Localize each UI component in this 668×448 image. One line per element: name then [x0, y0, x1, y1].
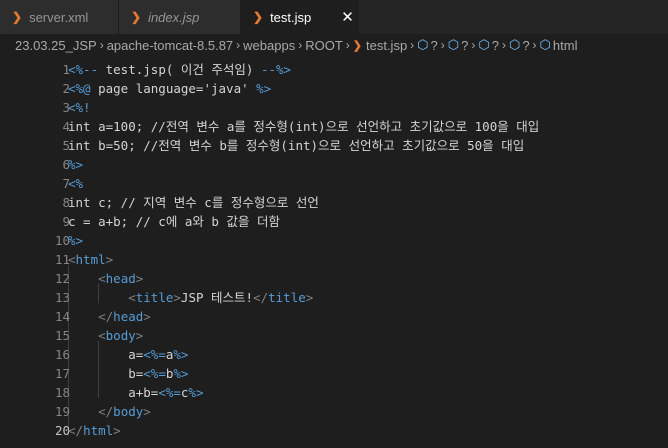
- code-line[interactable]: 1 <%-- test.jsp( 이건 주석임) --%>: [0, 60, 668, 79]
- code-line[interactable]: 12 <head>: [0, 269, 668, 288]
- breadcrumb-symbol[interactable]: ?: [522, 38, 529, 53]
- code-text: a+b=<%=c%>: [68, 385, 204, 400]
- code-line[interactable]: 9c = a+b; // c에 a와 b 값을 더함: [0, 212, 668, 231]
- line-number: 9: [62, 214, 70, 229]
- chevron-right-icon: ›: [298, 38, 303, 52]
- breadcrumb-item[interactable]: apache-tomcat-8.5.87: [107, 38, 233, 53]
- code-line[interactable]: 3 <%!: [0, 98, 668, 117]
- code-line[interactable]: 15 <body>: [0, 326, 668, 345]
- symbol-cube-icon: ⬡: [447, 37, 460, 52]
- line-number: 19: [54, 404, 70, 419]
- code-line[interactable]: 16 a=<%=a%>: [0, 345, 668, 364]
- code-text: </html>: [68, 423, 121, 438]
- code-text: %>: [68, 157, 84, 172]
- breadcrumb-symbol[interactable]: html: [553, 38, 578, 53]
- line-number: 10: [54, 233, 70, 248]
- code-line[interactable]: 8 int c; // 지역 변수 c를 정수형으로 선언: [0, 193, 668, 212]
- chevron-right-icon: ›: [501, 38, 506, 52]
- line-number: 4: [62, 119, 70, 134]
- line-number: 2: [62, 81, 70, 96]
- code-line[interactable]: 18 a+b=<%=c%>: [0, 383, 668, 402]
- code-line[interactable]: 6 %>: [0, 155, 668, 174]
- breadcrumb-item[interactable]: 23.03.25_JSP: [15, 38, 97, 53]
- chevron-right-icon: ›: [410, 38, 415, 52]
- breadcrumb-symbol[interactable]: ?: [461, 38, 468, 53]
- symbol-cube-icon: ⬡: [417, 37, 429, 52]
- code-text: int b=50; //전역 변수 b를 정수형(int)으로 선언하고 초기값…: [68, 138, 525, 153]
- code-text: int a=100; //전역 변수 a를 정수형(int)으로 선언하고 초기…: [68, 119, 540, 134]
- code-text: int c; // 지역 변수 c를 정수형으로 선언: [68, 195, 319, 210]
- chevron-right-icon: ›: [440, 38, 445, 52]
- code-line[interactable]: 10 %>: [0, 231, 668, 250]
- tab-server-xml[interactable]: ❯ server.xml: [0, 0, 119, 34]
- code-line[interactable]: 14 </head>: [0, 307, 668, 326]
- line-number: 5: [62, 138, 70, 153]
- line-number: 11: [54, 252, 70, 267]
- code-text: <title>JSP 테스트!</title>: [128, 290, 314, 305]
- chevron-right-icon: ›: [236, 38, 241, 52]
- chevron-right-icon: ›: [471, 38, 476, 52]
- line-number: 6: [62, 157, 70, 172]
- code-line[interactable]: 11 <html>: [0, 250, 668, 269]
- line-number: 12: [54, 271, 70, 286]
- tab-label: test.jsp: [270, 9, 312, 25]
- tab-bar: ❯ server.xml ❯ index.jsp ❯ test.jsp ✕: [0, 0, 668, 34]
- line-number: 15: [54, 328, 70, 343]
- code-text: b=<%=b%>: [68, 366, 189, 381]
- breadcrumb-item[interactable]: ROOT: [305, 38, 343, 53]
- code-editor[interactable]: 1 <%-- test.jsp( 이건 주석임) --%> 2 <%@ page la…: [0, 56, 668, 448]
- line-number: 1: [62, 62, 70, 77]
- line-number: 13: [54, 290, 70, 305]
- code-text: a=<%=a%>: [68, 347, 189, 362]
- close-icon[interactable]: ✕: [341, 8, 354, 26]
- code-text: <%: [68, 176, 84, 191]
- code-line[interactable]: 17 b=<%=b%>: [0, 364, 668, 383]
- jsp-file-icon: ❯: [253, 10, 264, 24]
- code-text: c = a+b; // c에 a와 b 값을 더함: [68, 214, 280, 229]
- tab-label: index.jsp: [148, 9, 200, 25]
- line-number: 8: [62, 195, 70, 210]
- chevron-right-icon: ›: [345, 38, 350, 52]
- tab-label: server.xml: [29, 9, 89, 25]
- symbol-cube-icon: ⬡: [478, 37, 490, 52]
- code-text: <%!: [68, 100, 91, 115]
- breadcrumb-file[interactable]: test.jsp: [366, 38, 407, 53]
- breadcrumb-symbol[interactable]: ?: [492, 38, 499, 53]
- tab-test-jsp[interactable]: ❯ test.jsp ✕: [241, 0, 359, 34]
- jsp-file-icon: ❯: [352, 39, 362, 52]
- line-number: 14: [54, 309, 70, 324]
- xml-file-icon: ❯: [12, 10, 23, 24]
- code-line[interactable]: 5 int b=50; //전역 변수 b를 정수형(int)으로 선언하고 초기…: [0, 136, 668, 155]
- chevron-right-icon: ›: [99, 38, 104, 52]
- code-text: </head>: [98, 309, 151, 324]
- code-line[interactable]: 4 int a=100; //전역 변수 a를 정수형(int)으로 선언하고 초…: [0, 117, 668, 136]
- code-text: <html>: [68, 252, 114, 267]
- code-line[interactable]: 19 </body>: [0, 402, 668, 421]
- code-line[interactable]: 13 <title>JSP 테스트!</title>: [0, 288, 668, 307]
- code-line[interactable]: 20 </html>: [0, 421, 668, 440]
- code-line[interactable]: 2 <%@ page language='java' %>: [0, 79, 668, 98]
- code-text: </body>: [98, 404, 151, 419]
- code-text: <%@ page language='java' %>: [68, 81, 272, 96]
- symbol-cube-icon: ⬡: [508, 37, 521, 52]
- breadcrumb: 23.03.25_JSP › apache-tomcat-8.5.87 › we…: [0, 34, 668, 56]
- line-number: 17: [54, 366, 70, 381]
- code-text: %>: [68, 233, 84, 248]
- line-number: 18: [54, 385, 70, 400]
- line-number: 20: [54, 423, 70, 438]
- symbol-cube-icon: ⬡: [539, 37, 551, 52]
- breadcrumb-symbol[interactable]: ?: [431, 38, 438, 53]
- code-line[interactable]: 7 <%: [0, 174, 668, 193]
- tab-index-jsp[interactable]: ❯ index.jsp: [119, 0, 241, 34]
- line-number: 7: [62, 176, 70, 191]
- line-number: 3: [62, 100, 70, 115]
- code-text: <body>: [98, 328, 144, 343]
- code-text: <%-- test.jsp( 이건 주석임) --%>: [68, 62, 292, 77]
- line-number: 16: [54, 347, 70, 362]
- chevron-right-icon: ›: [532, 38, 537, 52]
- jsp-file-icon: ❯: [131, 10, 142, 24]
- code-text: <head>: [98, 271, 144, 286]
- breadcrumb-item[interactable]: webapps: [243, 38, 295, 53]
